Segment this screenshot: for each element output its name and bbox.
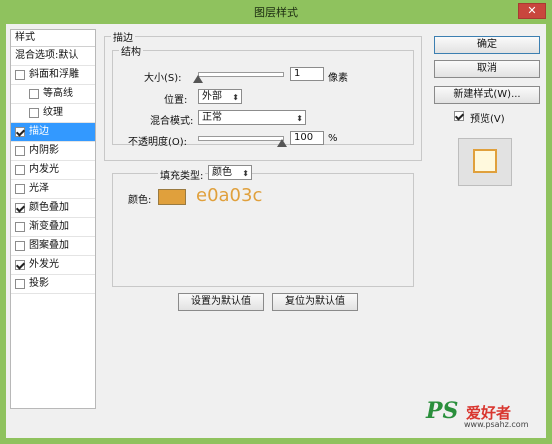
opacity-input[interactable]: 100 <box>290 131 324 145</box>
close-button[interactable]: ✕ <box>518 3 546 19</box>
color-swatch[interactable] <box>158 189 186 205</box>
stroke-panel: 描边 结构 大小(S): 1 像素 位置: 外部 ⬍ 混合模式: 正常 ⬍ 不透… <box>104 29 422 409</box>
sidebar-item-label: 斜面和浮雕 <box>29 69 79 80</box>
sidebar-item-label: 光泽 <box>29 183 49 194</box>
sidebar-item[interactable]: 纹理 <box>11 104 95 123</box>
size-label: 大小(S): <box>144 73 182 84</box>
sidebar-item[interactable]: 描边 <box>11 123 95 142</box>
preview-checkbox[interactable] <box>454 111 464 121</box>
sidebar-item-label: 描边 <box>29 126 49 137</box>
stroke-section-title: 描边 <box>113 33 133 44</box>
style-list: 斜面和浮雕等高线纹理描边内阴影内发光光泽颜色叠加渐变叠加图案叠加外发光投影 <box>11 66 95 294</box>
sidebar-item-label: 颜色叠加 <box>29 202 69 213</box>
sidebar-item-label: 渐变叠加 <box>29 221 69 232</box>
style-checkbox[interactable] <box>15 203 25 213</box>
ok-button[interactable]: 确定 <box>434 36 540 54</box>
preview-label: 预览(V) <box>470 114 505 125</box>
style-checkbox[interactable] <box>15 279 25 289</box>
style-checkbox[interactable] <box>29 89 39 99</box>
sidebar-item-label: 图案叠加 <box>29 240 69 251</box>
blend-mode-value: 正常 <box>202 112 222 123</box>
structure-group: 结构 <box>112 43 414 145</box>
size-slider-thumb[interactable] <box>193 75 203 83</box>
opacity-slider-track[interactable] <box>198 136 284 141</box>
layer-style-dialog: 图层样式 ✕ 样式 混合选项:默认 斜面和浮雕 等高线 纹理 描边 内阴影 内发光 光泽 颜色… <box>0 0 552 444</box>
style-checkbox[interactable] <box>15 127 25 137</box>
blend-mode-label: 混合模式: <box>150 116 194 127</box>
style-checkbox[interactable] <box>15 222 25 232</box>
sidebar-item[interactable]: 光泽 <box>11 180 95 199</box>
size-input[interactable]: 1 <box>290 67 324 81</box>
sidebar-item-label: 内阴影 <box>29 145 59 156</box>
color-hex-label: e0a03c <box>196 185 263 206</box>
sidebar-item[interactable]: 图案叠加 <box>11 237 95 256</box>
sidebar-item[interactable]: 渐变叠加 <box>11 218 95 237</box>
blend-mode-select[interactable]: 正常 ⬍ <box>198 110 306 125</box>
site-watermark: PS 爱好者 www.psahz.com <box>426 398 536 432</box>
position-value: 外部 <box>202 91 222 102</box>
watermark-ps: PS <box>426 398 459 424</box>
style-preview <box>458 138 512 186</box>
opacity-label: 不透明度(O): <box>128 137 188 148</box>
sidebar-item[interactable]: 内阴影 <box>11 142 95 161</box>
reset-default-button[interactable]: 复位为默认值 <box>272 293 358 311</box>
sidebar-item-label: 纹理 <box>43 107 63 118</box>
sidebar-item[interactable]: 投影 <box>11 275 95 294</box>
sidebar-item-label: 投影 <box>29 278 49 289</box>
structure-title: 结构 <box>121 47 141 58</box>
style-checkbox[interactable] <box>29 108 39 118</box>
dialog-title: 图层样式 <box>254 6 298 19</box>
sidebar-item[interactable]: 颜色叠加 <box>11 199 95 218</box>
style-checkbox[interactable] <box>15 184 25 194</box>
sidebar-item-label: 等高线 <box>43 88 73 99</box>
chevron-down-icon: ⬍ <box>232 93 239 102</box>
styles-sidebar: 样式 混合选项:默认 斜面和浮雕等高线纹理描边内阴影内发光光泽颜色叠加渐变叠加图… <box>10 29 96 409</box>
fill-type-label: 填充类型: <box>158 167 206 182</box>
sidebar-item[interactable]: 斜面和浮雕 <box>11 66 95 85</box>
style-checkbox[interactable] <box>15 70 25 80</box>
size-slider-track[interactable] <box>198 72 284 77</box>
sidebar-item-blending-options[interactable]: 混合选项:默认 <box>11 47 95 66</box>
opacity-unit: % <box>328 133 338 144</box>
dialog-body: 样式 混合选项:默认 斜面和浮雕 等高线 纹理 描边 内阴影 内发光 光泽 颜色叠加 渐变叠加图… <box>6 24 546 438</box>
new-style-button[interactable]: 新建样式(W)... <box>434 86 540 104</box>
fill-type-select[interactable]: 颜色 ⬍ <box>208 165 252 180</box>
sidebar-item-label: 内发光 <box>29 164 59 175</box>
style-checkbox[interactable] <box>15 146 25 156</box>
sidebar-item[interactable]: 外发光 <box>11 256 95 275</box>
preview-thumbnail <box>473 149 497 173</box>
position-select[interactable]: 外部 ⬍ <box>198 89 242 104</box>
style-checkbox[interactable] <box>15 241 25 251</box>
title-bar[interactable]: 图层样式 ✕ <box>0 0 552 24</box>
color-label: 颜色: <box>128 195 152 206</box>
set-default-button[interactable]: 设置为默认值 <box>178 293 264 311</box>
style-checkbox[interactable] <box>15 260 25 270</box>
styles-header: 样式 <box>11 30 95 47</box>
size-unit: 像素 <box>328 73 348 84</box>
fill-type-value: 颜色 <box>212 167 232 178</box>
sidebar-item-label: 外发光 <box>29 259 59 270</box>
cancel-button[interactable]: 取消 <box>434 60 540 78</box>
sidebar-item[interactable]: 内发光 <box>11 161 95 180</box>
watermark-url: www.psahz.com <box>464 420 529 429</box>
chevron-down-icon: ⬍ <box>242 169 249 178</box>
style-checkbox[interactable] <box>15 165 25 175</box>
chevron-down-icon: ⬍ <box>296 114 303 123</box>
opacity-slider-thumb[interactable] <box>277 139 287 147</box>
position-label: 位置: <box>164 95 188 106</box>
sidebar-item[interactable]: 等高线 <box>11 85 95 104</box>
